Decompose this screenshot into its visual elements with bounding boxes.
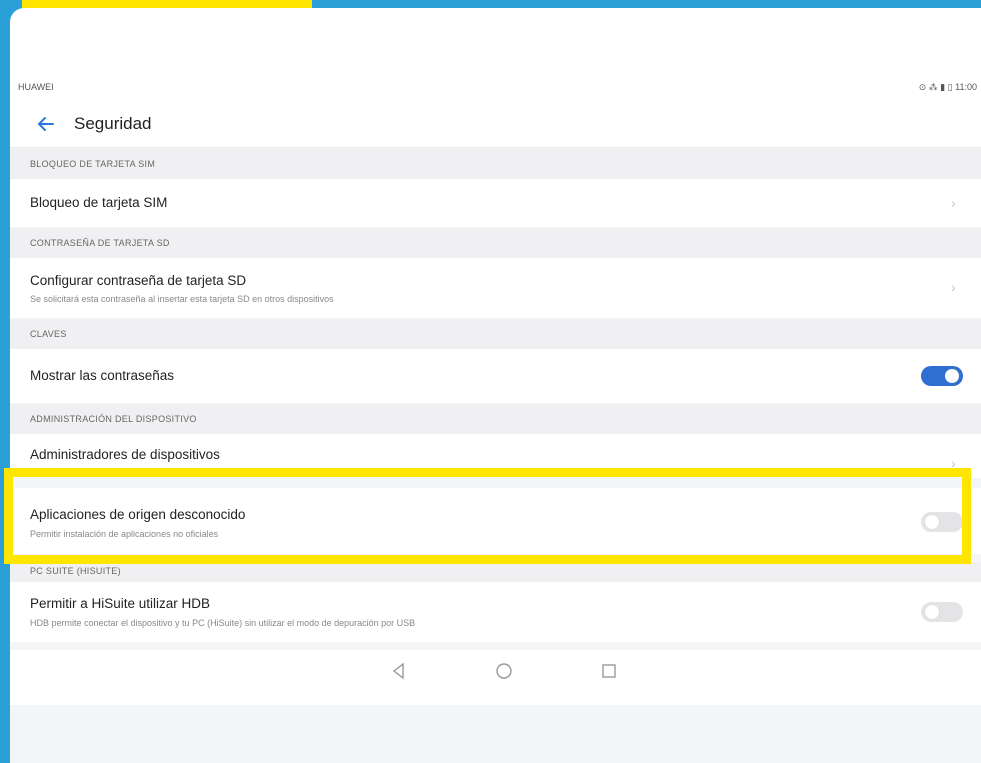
- section-header-sd: CONTRASEÑA DE TARJETA SD: [10, 228, 981, 258]
- unknown-sources-toggle[interactable]: [921, 512, 963, 532]
- row-title: Bloqueo de tarjeta SIM: [30, 195, 168, 210]
- toggle-knob: [925, 515, 939, 529]
- row-title: Administradores de dispositivos: [30, 447, 220, 462]
- row-subtitle: Se solicitará esta contraseña al inserta…: [30, 294, 334, 304]
- row-sim-lock[interactable]: Bloqueo de tarjeta SIM ›: [10, 179, 981, 227]
- back-arrow-icon[interactable]: [34, 112, 58, 136]
- carrier-label: HUAWEI: [18, 82, 54, 92]
- section-header-hisuite: PC SUITE (HISUITE): [10, 562, 981, 582]
- toggle-knob: [925, 605, 939, 619]
- device-frame: HUAWEI ⊙ ⁂ ▮ ▯ 11:00 Seguridad BLOQUEO D…: [10, 8, 981, 763]
- row-hisuite-hdb[interactable]: Permitir a HiSuite utilizar HDB HDB perm…: [10, 582, 981, 642]
- row-subtitle: Permitir instalación de aplicaciones no …: [30, 529, 219, 539]
- app-header: Seguridad: [10, 100, 981, 148]
- hisuite-hdb-toggle[interactable]: [921, 602, 963, 622]
- chevron-right-icon: ›: [951, 455, 956, 471]
- nav-recents-icon[interactable]: [598, 660, 620, 682]
- row-unknown-sources[interactable]: Aplicaciones de origen desconocido Permi…: [10, 488, 981, 554]
- row-title: Mostrar las contraseñas: [30, 368, 175, 383]
- section-header-sim: BLOQUEO DE TARJETA SIM: [10, 149, 981, 179]
- settings-screen: HUAWEI ⊙ ⁂ ▮ ▯ 11:00 Seguridad BLOQUEO D…: [10, 68, 981, 763]
- show-passwords-toggle[interactable]: [921, 366, 963, 386]
- row-device-admins[interactable]: Administradores de dispositivos ›: [10, 434, 981, 478]
- section-header-admin: ADMINISTRACIÓN DEL DISPOSITIVO: [10, 404, 981, 434]
- row-show-passwords[interactable]: Mostrar las contraseñas: [10, 349, 981, 403]
- status-icons: ⊙ ⁂ ▮ ▯ 11:00: [918, 82, 977, 92]
- chevron-right-icon: ›: [951, 279, 956, 295]
- top-highlight-strip: [22, 0, 312, 8]
- row-sd-password[interactable]: Configurar contraseña de tarjeta SD Se s…: [10, 258, 981, 318]
- row-title: Configurar contraseña de tarjeta SD: [30, 273, 247, 288]
- section-header-keys: CLAVES: [10, 319, 981, 349]
- nav-home-icon[interactable]: [493, 660, 515, 682]
- nav-back-icon[interactable]: [388, 660, 410, 682]
- page-title: Seguridad: [74, 114, 152, 133]
- row-title: Permitir a HiSuite utilizar HDB: [30, 596, 211, 611]
- chevron-right-icon: ›: [951, 195, 956, 211]
- row-subtitle: HDB permite conectar el dispositivo y tu…: [30, 618, 416, 628]
- status-bar: HUAWEI ⊙ ⁂ ▮ ▯ 11:00: [10, 68, 981, 100]
- navigation-bar: [10, 650, 981, 705]
- row-title: Aplicaciones de origen desconocido: [30, 507, 246, 522]
- toggle-knob: [945, 369, 959, 383]
